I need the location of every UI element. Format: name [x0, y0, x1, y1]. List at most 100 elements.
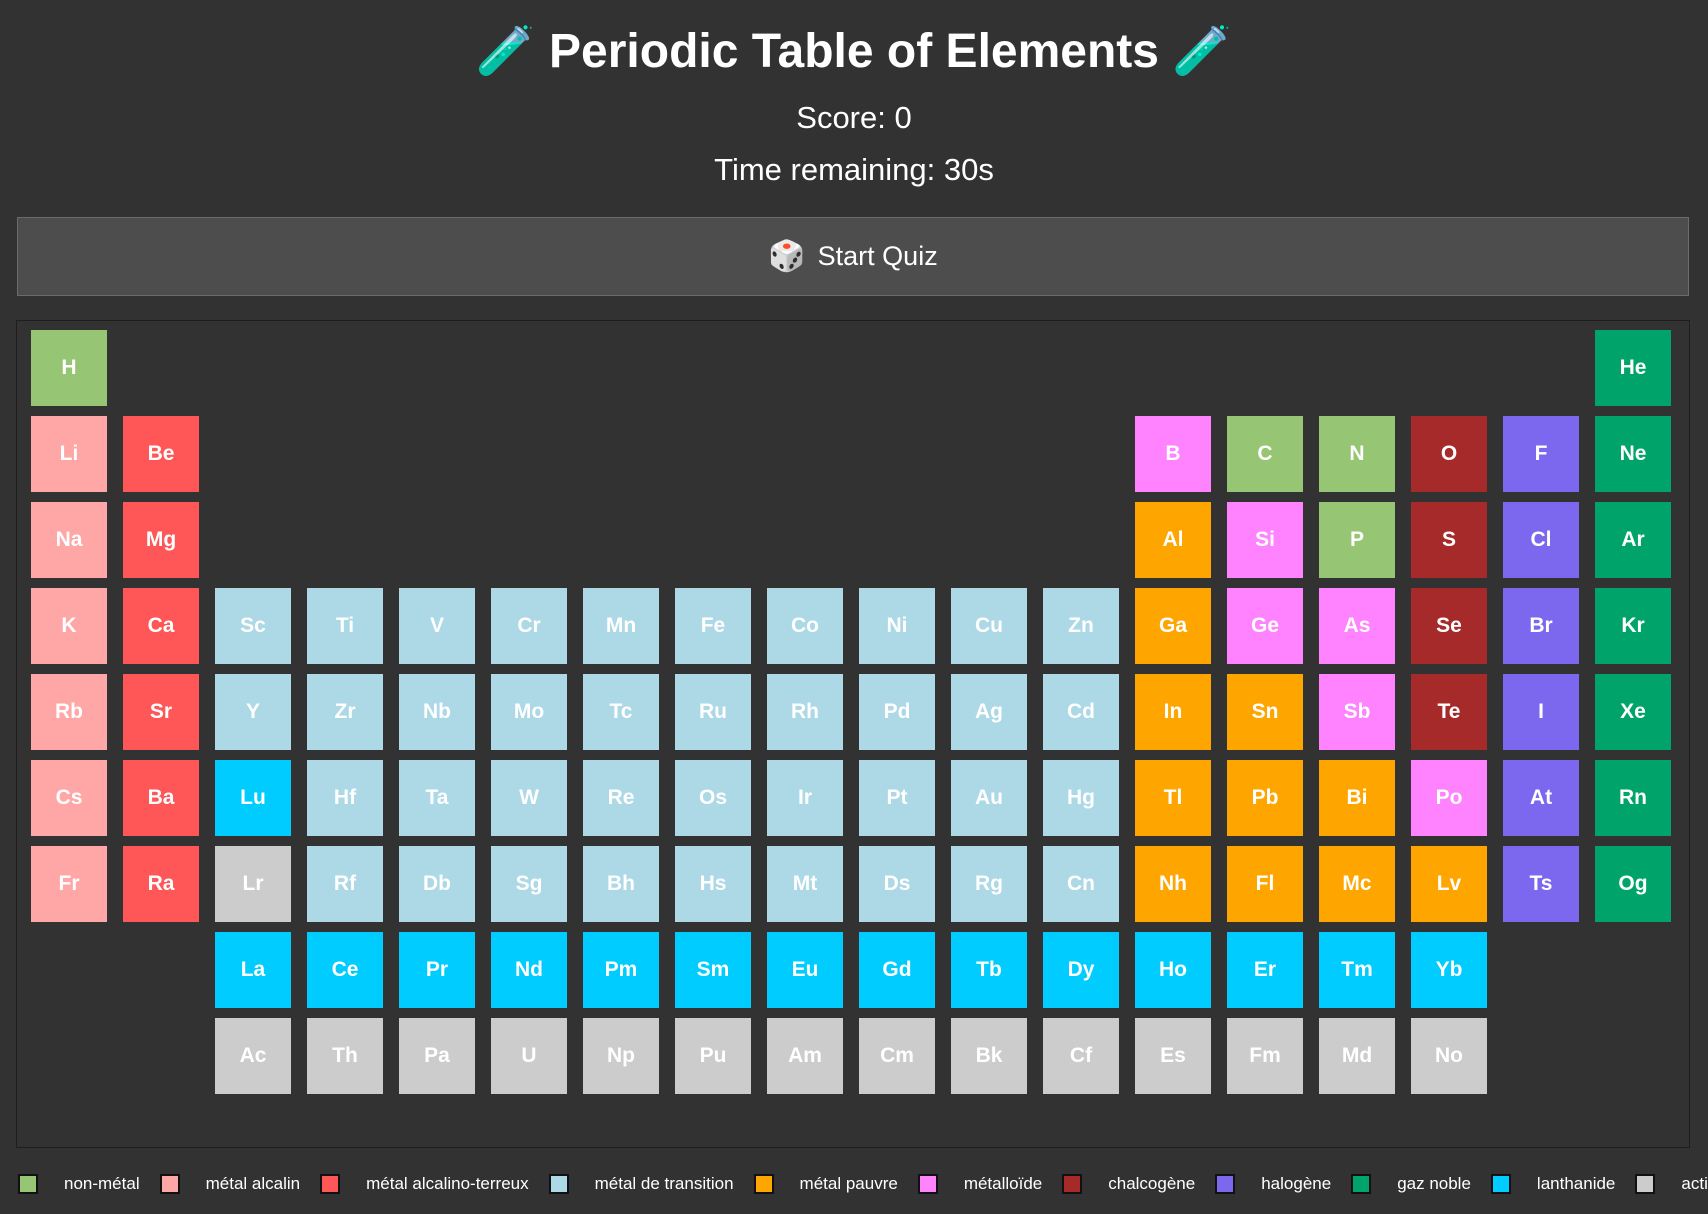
element-v[interactable]: V — [399, 588, 475, 664]
element-ac[interactable]: Ac — [215, 1018, 291, 1094]
element-y[interactable]: Y — [215, 674, 291, 750]
element-es[interactable]: Es — [1135, 1018, 1211, 1094]
element-f[interactable]: F — [1503, 416, 1579, 492]
element-pb[interactable]: Pb — [1227, 760, 1303, 836]
element-h[interactable]: H — [31, 330, 107, 406]
element-mt[interactable]: Mt — [767, 846, 843, 922]
element-tm[interactable]: Tm — [1319, 932, 1395, 1008]
element-be[interactable]: Be — [123, 416, 199, 492]
element-pu[interactable]: Pu — [675, 1018, 751, 1094]
element-ts[interactable]: Ts — [1503, 846, 1579, 922]
element-np[interactable]: Np — [583, 1018, 659, 1094]
element-mn[interactable]: Mn — [583, 588, 659, 664]
element-re[interactable]: Re — [583, 760, 659, 836]
element-pd[interactable]: Pd — [859, 674, 935, 750]
element-fr[interactable]: Fr — [31, 846, 107, 922]
element-db[interactable]: Db — [399, 846, 475, 922]
element-no[interactable]: No — [1411, 1018, 1487, 1094]
element-ti[interactable]: Ti — [307, 588, 383, 664]
element-cs[interactable]: Cs — [31, 760, 107, 836]
element-rg[interactable]: Rg — [951, 846, 1027, 922]
element-as[interactable]: As — [1319, 588, 1395, 664]
element-sn[interactable]: Sn — [1227, 674, 1303, 750]
element-br[interactable]: Br — [1503, 588, 1579, 664]
element-hg[interactable]: Hg — [1043, 760, 1119, 836]
element-al[interactable]: Al — [1135, 502, 1211, 578]
element-mo[interactable]: Mo — [491, 674, 567, 750]
element-ge[interactable]: Ge — [1227, 588, 1303, 664]
element-hs[interactable]: Hs — [675, 846, 751, 922]
element-kr[interactable]: Kr — [1595, 588, 1671, 664]
element-s[interactable]: S — [1411, 502, 1487, 578]
element-k[interactable]: K — [31, 588, 107, 664]
element-bk[interactable]: Bk — [951, 1018, 1027, 1094]
element-in[interactable]: In — [1135, 674, 1211, 750]
element-th[interactable]: Th — [307, 1018, 383, 1094]
element-i[interactable]: I — [1503, 674, 1579, 750]
element-pa[interactable]: Pa — [399, 1018, 475, 1094]
element-mg[interactable]: Mg — [123, 502, 199, 578]
element-he[interactable]: He — [1595, 330, 1671, 406]
element-sr[interactable]: Sr — [123, 674, 199, 750]
element-fl[interactable]: Fl — [1227, 846, 1303, 922]
element-tb[interactable]: Tb — [951, 932, 1027, 1008]
element-ni[interactable]: Ni — [859, 588, 935, 664]
element-sb[interactable]: Sb — [1319, 674, 1395, 750]
element-lr[interactable]: Lr — [215, 846, 291, 922]
element-bh[interactable]: Bh — [583, 846, 659, 922]
element-po[interactable]: Po — [1411, 760, 1487, 836]
start-quiz-button[interactable]: 🎲 Start Quiz — [17, 217, 1689, 296]
element-co[interactable]: Co — [767, 588, 843, 664]
element-fm[interactable]: Fm — [1227, 1018, 1303, 1094]
element-am[interactable]: Am — [767, 1018, 843, 1094]
element-ne[interactable]: Ne — [1595, 416, 1671, 492]
element-ba[interactable]: Ba — [123, 760, 199, 836]
element-ag[interactable]: Ag — [951, 674, 1027, 750]
element-zr[interactable]: Zr — [307, 674, 383, 750]
element-cu[interactable]: Cu — [951, 588, 1027, 664]
element-ca[interactable]: Ca — [123, 588, 199, 664]
element-hf[interactable]: Hf — [307, 760, 383, 836]
element-nd[interactable]: Nd — [491, 932, 567, 1008]
element-rb[interactable]: Rb — [31, 674, 107, 750]
element-sm[interactable]: Sm — [675, 932, 751, 1008]
element-bi[interactable]: Bi — [1319, 760, 1395, 836]
element-w[interactable]: W — [491, 760, 567, 836]
element-n[interactable]: N — [1319, 416, 1395, 492]
element-ta[interactable]: Ta — [399, 760, 475, 836]
element-mc[interactable]: Mc — [1319, 846, 1395, 922]
element-ru[interactable]: Ru — [675, 674, 751, 750]
element-nh[interactable]: Nh — [1135, 846, 1211, 922]
element-ho[interactable]: Ho — [1135, 932, 1211, 1008]
element-yb[interactable]: Yb — [1411, 932, 1487, 1008]
element-cm[interactable]: Cm — [859, 1018, 935, 1094]
element-se[interactable]: Se — [1411, 588, 1487, 664]
element-lu[interactable]: Lu — [215, 760, 291, 836]
element-dy[interactable]: Dy — [1043, 932, 1119, 1008]
element-rn[interactable]: Rn — [1595, 760, 1671, 836]
element-cd[interactable]: Cd — [1043, 674, 1119, 750]
element-tl[interactable]: Tl — [1135, 760, 1211, 836]
element-si[interactable]: Si — [1227, 502, 1303, 578]
element-ra[interactable]: Ra — [123, 846, 199, 922]
element-pr[interactable]: Pr — [399, 932, 475, 1008]
element-cn[interactable]: Cn — [1043, 846, 1119, 922]
element-cf[interactable]: Cf — [1043, 1018, 1119, 1094]
element-nb[interactable]: Nb — [399, 674, 475, 750]
element-at[interactable]: At — [1503, 760, 1579, 836]
element-sc[interactable]: Sc — [215, 588, 291, 664]
element-pt[interactable]: Pt — [859, 760, 935, 836]
element-er[interactable]: Er — [1227, 932, 1303, 1008]
element-fe[interactable]: Fe — [675, 588, 751, 664]
element-ce[interactable]: Ce — [307, 932, 383, 1008]
element-lv[interactable]: Lv — [1411, 846, 1487, 922]
element-ga[interactable]: Ga — [1135, 588, 1211, 664]
element-zn[interactable]: Zn — [1043, 588, 1119, 664]
element-gd[interactable]: Gd — [859, 932, 935, 1008]
element-tc[interactable]: Tc — [583, 674, 659, 750]
element-xe[interactable]: Xe — [1595, 674, 1671, 750]
element-b[interactable]: B — [1135, 416, 1211, 492]
element-te[interactable]: Te — [1411, 674, 1487, 750]
element-li[interactable]: Li — [31, 416, 107, 492]
element-md[interactable]: Md — [1319, 1018, 1395, 1094]
